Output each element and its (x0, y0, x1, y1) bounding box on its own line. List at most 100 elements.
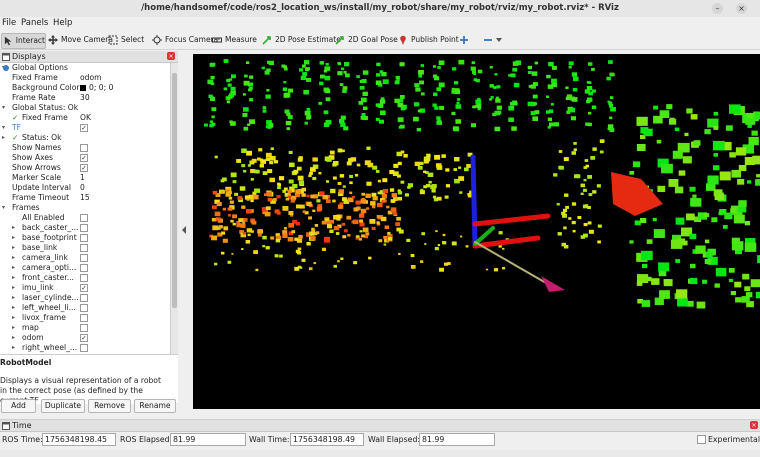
remove-tool-button[interactable] (481, 33, 502, 47)
frame-checkbox[interactable] (80, 344, 88, 352)
tree-row[interactable]: ▸ imu_link ✓ (0, 283, 170, 293)
tree-row[interactable]: ▸ odom ✓ (0, 333, 170, 343)
frame-checkbox[interactable] (80, 314, 88, 322)
close-displays-icon[interactable]: × (167, 52, 175, 60)
wall-elapsed-field[interactable]: 81.99 (419, 433, 495, 446)
tree-row[interactable]: ▸ left_wheel_li... (0, 303, 170, 313)
tree-row[interactable]: ▸ laser_cylinde... (0, 293, 170, 303)
tree-row[interactable]: ▸ livox_frame (0, 313, 170, 323)
tree-row[interactable]: Show Axes ✓ (0, 153, 170, 163)
expand-arrow-icon[interactable]: ▸ (12, 323, 15, 333)
show-axes-checkbox[interactable]: ✓ (80, 154, 88, 162)
ros-elapsed-field[interactable]: 81.99 (170, 433, 246, 446)
frame-checkbox[interactable] (80, 244, 88, 252)
tree-row[interactable]: ▸ camera_opti... (0, 263, 170, 273)
expand-arrow-icon[interactable]: ▾ (2, 103, 5, 113)
tree-row[interactable]: ▸ camera_link (0, 253, 170, 263)
tree-row[interactable]: ▾ Frames (0, 203, 170, 213)
expand-arrow-icon[interactable]: ▾ (2, 203, 5, 213)
expand-arrow-icon[interactable]: ▾ (2, 123, 5, 133)
show-arrows-checkbox[interactable]: ✓ (80, 164, 88, 172)
publish-point-tool[interactable]: Publish Point (396, 33, 459, 47)
tree-row[interactable]: Show Names (0, 143, 170, 153)
show-names-checkbox[interactable] (80, 144, 88, 152)
all-enabled-checkbox[interactable] (80, 214, 88, 222)
tree-row[interactable]: ▸ ✓ Status: Ok (0, 133, 170, 143)
rename-button[interactable]: Rename (134, 399, 176, 413)
frame-checkbox[interactable] (80, 254, 88, 262)
expand-arrow-icon[interactable]: ▸ (12, 263, 15, 273)
background-color-value[interactable]: 0; 0; 0 (89, 83, 113, 93)
tree-row[interactable]: ✓ Fixed Frame OK (0, 113, 170, 123)
pose-estimate-tool[interactable]: 2D Pose Estimate (260, 33, 341, 47)
measure-tool[interactable]: Measure (210, 33, 257, 47)
tree-row[interactable]: Marker Scale 1 (0, 173, 170, 183)
expand-arrow-icon[interactable]: ▸ (12, 333, 15, 343)
marker-scale-value[interactable]: 1 (80, 173, 85, 183)
ros-time-field[interactable]: 1756348198.45 (42, 433, 116, 446)
focus-camera-tool[interactable]: Focus Camera (150, 33, 218, 47)
minimize-button[interactable]: – (712, 3, 723, 14)
tree-row[interactable]: Show Arrows ✓ (0, 163, 170, 173)
tree-row[interactable]: ▸ base_link (0, 243, 170, 253)
expand-arrow-icon[interactable]: ▸ (12, 293, 15, 303)
expand-arrow-icon[interactable]: ▸ (12, 343, 15, 353)
frame-checkbox[interactable] (80, 294, 88, 302)
tree-row[interactable]: Frame Timeout 15 (0, 193, 170, 203)
tree-row[interactable]: ▸ map (0, 323, 170, 333)
frame-checkbox[interactable]: ✓ (80, 284, 88, 292)
render-viewport[interactable] (193, 54, 760, 409)
frame-checkbox[interactable] (80, 234, 88, 242)
frame-checkbox[interactable] (80, 324, 88, 332)
interact-tool[interactable]: Interact (1, 33, 46, 49)
tree-row[interactable]: ▾ TF ✓ (0, 123, 170, 133)
panel-splitter[interactable] (178, 50, 190, 417)
tf-enabled-checkbox[interactable]: ✓ (80, 124, 88, 132)
scrollbar-thumb[interactable] (172, 73, 177, 308)
goal-pose-tool[interactable]: 2D Goal Pose (333, 33, 398, 47)
expand-arrow-icon[interactable]: ▸ (12, 303, 15, 313)
display-tree-scrollbar[interactable] (171, 63, 178, 404)
expand-arrow-icon[interactable]: ▸ (12, 223, 15, 233)
tree-row[interactable]: ▾ Global Options (0, 63, 170, 73)
expand-arrow-icon[interactable]: ▸ (12, 253, 15, 263)
tree-row[interactable]: Fixed Frame odom (0, 73, 170, 83)
tree-row[interactable]: All Enabled (0, 213, 170, 223)
color-swatch[interactable] (80, 85, 86, 91)
frame-checkbox[interactable] (80, 224, 88, 232)
tree-row[interactable]: ▸ back_caster_... (0, 223, 170, 233)
tree-row[interactable]: ▸ right_wheel_... (0, 343, 170, 353)
wall-time-field[interactable]: 1756348198.49 (290, 433, 364, 446)
update-interval-value[interactable]: 0 (80, 183, 85, 193)
frame-checkbox[interactable] (80, 264, 88, 272)
close-time-icon[interactable]: × (750, 421, 758, 429)
frame-checkbox[interactable] (80, 274, 88, 282)
expand-arrow-icon[interactable]: ▸ (12, 283, 15, 293)
tree-row[interactable]: Frame Rate 30 (0, 93, 170, 103)
frame-checkbox[interactable] (80, 304, 88, 312)
expand-arrow-icon[interactable]: ▸ (2, 133, 5, 143)
close-window-button[interactable]: × (736, 3, 747, 14)
select-tool[interactable]: Select (106, 33, 144, 47)
expand-arrow-icon[interactable]: ▸ (12, 243, 15, 253)
experimental-checkbox[interactable] (697, 435, 706, 444)
tree-row[interactable]: Update Interval 0 (0, 183, 170, 193)
collapse-left-icon[interactable] (181, 226, 187, 234)
fixed-frame-value[interactable]: odom (80, 73, 102, 83)
tree-row[interactable]: ▸ front_caster... (0, 273, 170, 283)
tree-row[interactable]: ▾ Global Status: Ok (0, 103, 170, 113)
frame-timeout-value[interactable]: 15 (80, 193, 90, 203)
tree-row[interactable]: Background Color 0; 0; 0 (0, 83, 170, 93)
add-tool-button[interactable] (457, 33, 472, 47)
frame-checkbox[interactable]: ✓ (80, 334, 88, 342)
expand-arrow-icon[interactable]: ▸ (12, 273, 15, 283)
menu-file[interactable]: File (2, 18, 16, 28)
add-button[interactable]: Add (1, 399, 36, 413)
frame-rate-value[interactable]: 30 (80, 93, 90, 103)
expand-arrow-icon[interactable]: ▸ (12, 313, 15, 323)
remove-button[interactable]: Remove (88, 399, 131, 413)
menu-help[interactable]: Help (53, 18, 72, 28)
expand-arrow-icon[interactable]: ▸ (12, 233, 15, 243)
tree-row[interactable]: ▸ base_footprint (0, 233, 170, 243)
duplicate-button[interactable]: Duplicate (41, 399, 85, 413)
